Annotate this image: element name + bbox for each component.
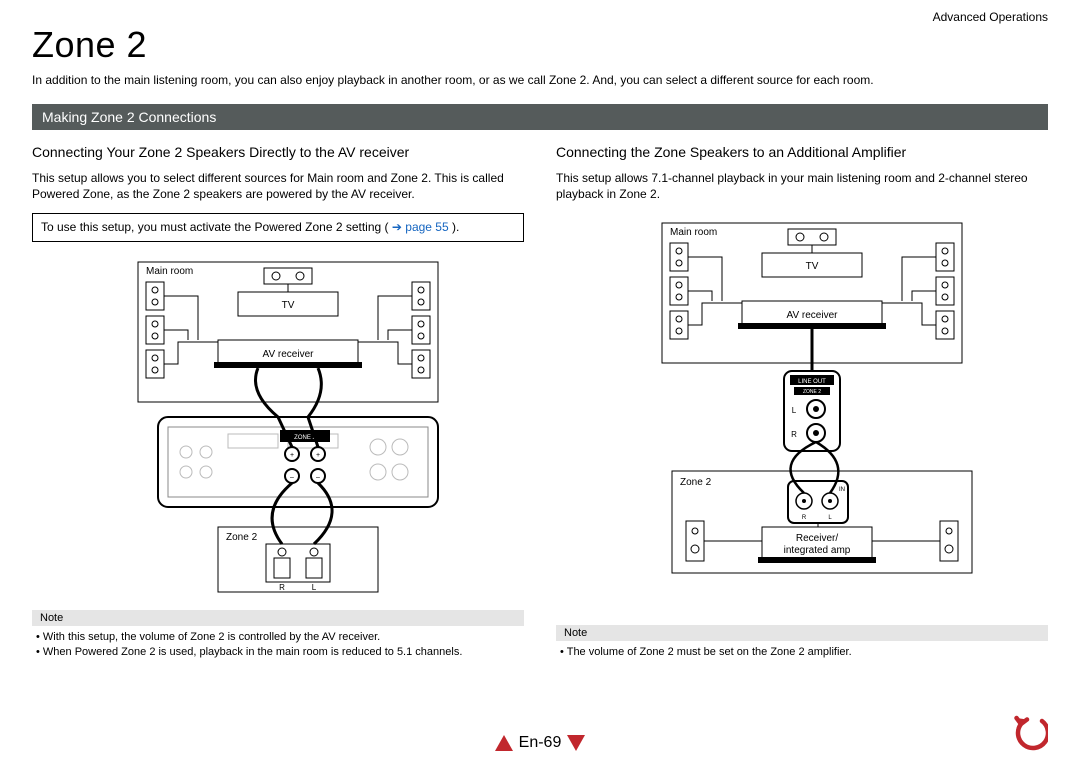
intro-text: In addition to the main listening room, … <box>32 72 1048 88</box>
label-in: IN <box>839 487 845 493</box>
svg-text:–: – <box>316 474 320 481</box>
label-main-room: Main room <box>146 266 193 277</box>
label-tv: TV <box>282 300 295 311</box>
svg-text:–: – <box>290 474 294 481</box>
right-body: This setup allows 7.1-channel playback i… <box>556 170 1048 202</box>
right-diagram: Main room TV <box>602 213 1002 583</box>
label-zone2-room-r: Zone 2 <box>680 477 712 488</box>
page-title: Zone 2 <box>32 24 1048 66</box>
label-l2: L <box>792 406 797 415</box>
right-notes: The volume of Zone 2 must be set on the … <box>556 645 1048 660</box>
left-diagram: Main room TV <box>78 252 478 602</box>
section-header: Advanced Operations <box>933 10 1048 24</box>
prev-page-icon[interactable] <box>495 735 513 751</box>
label-r: R <box>279 583 285 592</box>
label-zone2-room: Zone 2 <box>226 532 258 543</box>
section-bar: Making Zone 2 Connections <box>32 104 1048 130</box>
left-heading: Connecting Your Zone 2 Speakers Directly… <box>32 144 524 160</box>
label-tv-r: TV <box>806 261 819 272</box>
label-av-receiver-r: AV receiver <box>787 310 839 321</box>
page-number: En-69 <box>519 734 562 752</box>
left-note-label: Note <box>32 610 524 626</box>
callout-prefix: To use this setup, you must activate the… <box>41 220 389 234</box>
note-item: With this setup, the volume of Zone 2 is… <box>36 630 524 645</box>
label-amp2: integrated amp <box>784 545 851 556</box>
label-av-receiver: AV receiver <box>263 349 315 360</box>
label-r3: R <box>802 515 807 521</box>
right-column: Connecting the Zone Speakers to an Addit… <box>556 144 1048 660</box>
label-l: L <box>312 583 317 592</box>
callout-suffix: ). <box>452 220 459 234</box>
svg-text:+: + <box>290 452 294 459</box>
note-item: When Powered Zone 2 is used, playback in… <box>36 645 524 660</box>
label-zone2-small: ZONE 2 <box>803 389 821 395</box>
label-lineout: LINE OUT <box>798 379 826 385</box>
svg-text:+: + <box>316 452 320 459</box>
left-column: Connecting Your Zone 2 Speakers Directly… <box>32 144 524 660</box>
page-link[interactable]: ➔ page 55 <box>392 220 449 234</box>
right-heading: Connecting the Zone Speakers to an Addit… <box>556 144 1048 160</box>
next-page-icon[interactable] <box>567 735 585 751</box>
left-body: This setup allows you to select differen… <box>32 170 524 202</box>
left-callout: To use this setup, you must activate the… <box>32 213 524 243</box>
page-footer: En-69 <box>0 734 1080 752</box>
label-l3: L <box>828 515 832 521</box>
label-amp1: Receiver/ <box>796 533 838 544</box>
return-icon[interactable] <box>1012 715 1048 756</box>
right-note-label: Note <box>556 625 1048 641</box>
note-item: The volume of Zone 2 must be set on the … <box>560 645 1048 660</box>
label-r2: R <box>791 430 797 439</box>
label-main-room-r: Main room <box>670 227 717 238</box>
left-notes: With this setup, the volume of Zone 2 is… <box>32 630 524 660</box>
